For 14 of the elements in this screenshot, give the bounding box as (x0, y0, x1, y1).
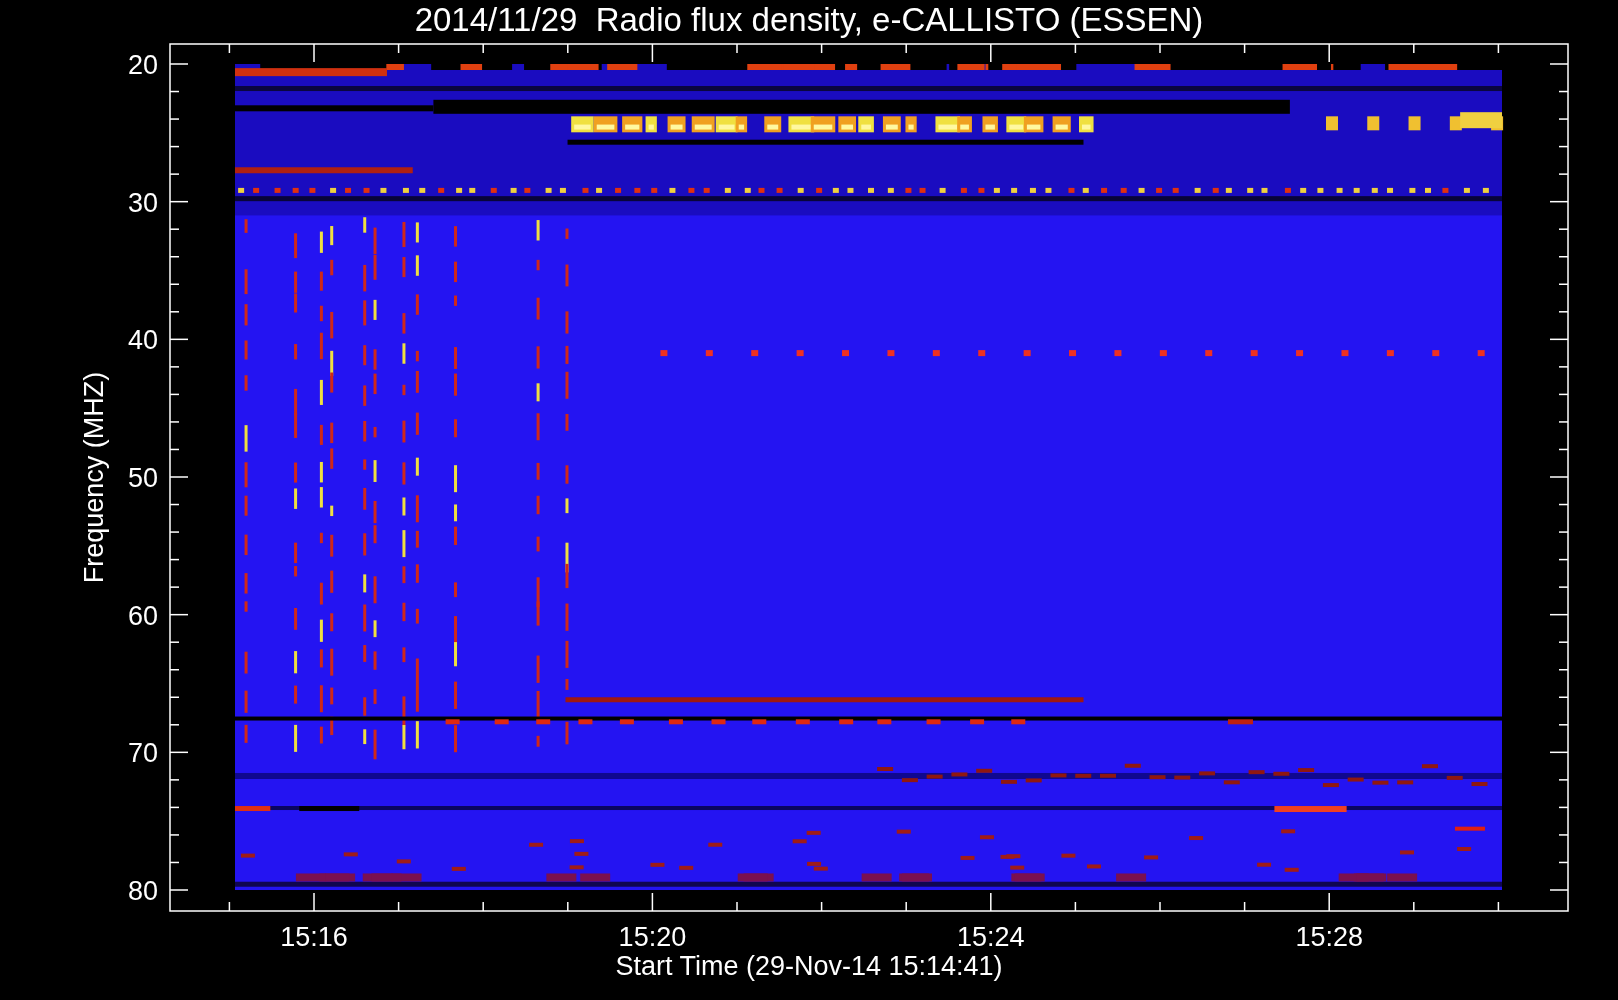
y-axis-label: Frequency (MHZ) (79, 371, 109, 584)
x-tick-label: 15:16 (280, 922, 348, 952)
chart-title: 2014/11/29 Radio flux density, e-CALLISTO (ESSEN) (414, 1, 1204, 38)
y-tick-label: 30 (127, 187, 158, 218)
y-tick-label: 70 (127, 738, 158, 769)
y-tick-label: 50 (127, 463, 158, 493)
y-tick-label: 20 (127, 50, 158, 80)
y-tick-label: 60 (127, 600, 158, 631)
y-tick-label: 40 (127, 325, 158, 356)
x-tick-label: 15:28 (1295, 922, 1363, 952)
x-tick-label: 15:20 (618, 922, 687, 952)
x-axis-label: Start Time (29-Nov-14 15:14:41) (615, 951, 1003, 981)
y-tick-label: 80 (127, 876, 158, 906)
x-tick-label: 15:24 (957, 922, 1025, 952)
